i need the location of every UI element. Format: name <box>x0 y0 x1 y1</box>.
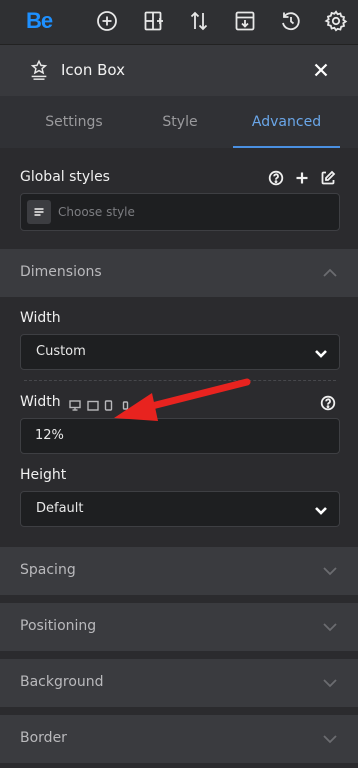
chevron-down-icon <box>322 619 338 635</box>
chevron-up-icon <box>322 265 338 281</box>
tablet-icon[interactable] <box>104 396 113 411</box>
top-toolbar: Be <box>0 0 358 44</box>
list-icon <box>27 200 51 224</box>
spacing-accordion[interactable]: Spacing <box>0 547 358 595</box>
positioning-accordion[interactable]: Positioning <box>0 603 358 651</box>
divider <box>24 380 336 381</box>
mobile-icon[interactable] <box>121 396 130 410</box>
chevron-down-icon <box>322 731 338 747</box>
choose-style-select[interactable]: Choose style <box>20 193 340 231</box>
width-value-text: 12% <box>35 428 64 443</box>
sort-arrows-icon[interactable] <box>187 9 211 33</box>
add-style-icon[interactable] <box>294 170 310 186</box>
tab-advanced[interactable]: Advanced <box>233 96 340 148</box>
background-title: Background <box>20 674 104 690</box>
height-label: Height <box>20 467 67 483</box>
dimensions-title: Dimensions <box>20 264 102 280</box>
width-mode-label: Width <box>20 310 61 326</box>
border-title: Border <box>20 730 67 746</box>
gear-icon[interactable] <box>324 9 348 33</box>
border-accordion[interactable]: Border <box>0 715 358 763</box>
history-icon[interactable] <box>279 9 303 33</box>
choose-style-placeholder: Choose style <box>58 205 135 219</box>
panel-title: Icon Box <box>61 61 126 79</box>
width-mode-value: Custom <box>36 344 86 359</box>
panel-header: Icon Box <box>0 44 358 96</box>
layout-add-icon[interactable] <box>142 9 166 33</box>
help-icon[interactable] <box>320 395 336 411</box>
icon-box-icon <box>28 59 50 81</box>
laptop-icon[interactable] <box>87 396 99 411</box>
chevron-down-icon <box>322 563 338 579</box>
width-mode-select[interactable]: Custom <box>20 334 340 370</box>
background-accordion[interactable]: Background <box>0 659 358 707</box>
positioning-title: Positioning <box>20 618 97 634</box>
tab-settings[interactable]: Settings <box>20 96 128 148</box>
global-styles-label: Global styles <box>20 169 110 185</box>
panel-tabs: Settings Style Advanced <box>0 96 358 148</box>
be-logo[interactable]: Be <box>26 8 53 34</box>
edit-style-icon[interactable] <box>320 170 336 186</box>
save-download-icon[interactable] <box>233 9 257 33</box>
chevron-down-icon <box>313 502 329 518</box>
width-value-input[interactable]: 12% <box>20 418 340 454</box>
width-value-label: Width <box>20 394 61 410</box>
help-icon[interactable] <box>268 170 284 186</box>
chevron-down-icon <box>322 675 338 691</box>
tab-style[interactable]: Style <box>130 96 230 148</box>
dimensions-accordion-header[interactable]: Dimensions <box>0 249 358 297</box>
close-icon[interactable] <box>310 59 332 81</box>
spacing-title: Spacing <box>20 562 76 578</box>
chevron-down-icon <box>313 345 329 361</box>
desktop-icon[interactable] <box>69 396 81 411</box>
height-value: Default <box>36 501 84 516</box>
add-circle-icon[interactable] <box>95 9 119 33</box>
height-select[interactable]: Default <box>20 491 340 527</box>
